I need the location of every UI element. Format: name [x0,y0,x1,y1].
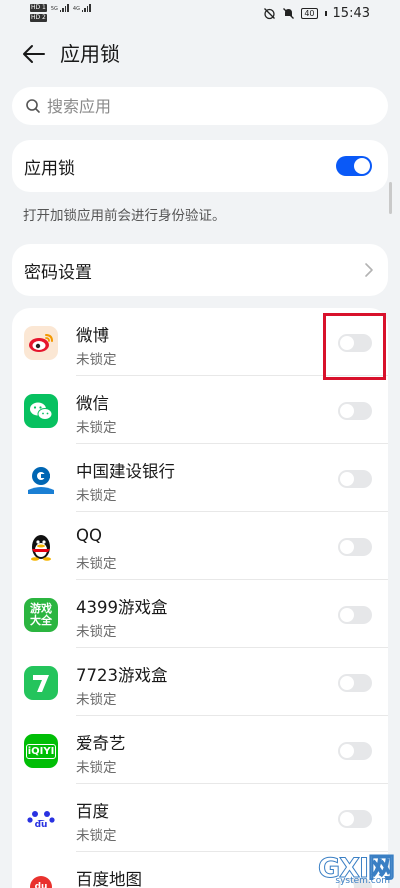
app-lock-description: 打开加锁应用前会进行身份验证。 [23,208,226,224]
qq-icon [24,530,58,564]
app-name: 百度地图 [76,870,142,888]
app-status: 未锁定 [76,624,117,640]
search-input[interactable] [47,96,347,116]
4399-icon-text: 游戏大全 [30,602,52,627]
back-arrow-icon[interactable] [20,40,48,68]
signal-icon-2: 4G [73,4,91,12]
7723-lock-toggle[interactable] [338,674,372,692]
status-right: 40 15:43 [263,6,370,21]
clock: 15:43 [332,6,370,21]
list-item: iQIYI 爱奇艺 未锁定 [12,716,388,784]
app-name: 7723游戏盒 [76,666,168,685]
iqiyi-icon: iQIYI [24,734,58,768]
weibo-icon [24,326,58,360]
app-status: 未锁定 [76,352,117,368]
battery-icon: 40 [301,8,318,19]
ccb-lock-toggle[interactable] [338,470,372,488]
app-lock-toggle[interactable] [336,156,372,176]
alarm-off-icon [264,8,276,20]
app-lock-label: 应用锁 [24,159,75,179]
app-status: 未锁定 [76,420,117,436]
wechat-icon [24,394,58,428]
app-name: 百度 [76,802,109,821]
hd-indicators: HD 1 HD 2 [30,4,47,22]
battery-level: 40 [304,9,315,18]
search-icon [26,99,40,113]
iqiyi-icon-text: iQIYI [25,743,57,759]
hd1-badge: HD 1 [30,4,47,12]
list-item: 中国建设银行 未锁定 [12,444,388,512]
wechat-lock-toggle[interactable] [338,402,372,420]
app-status: 未锁定 [76,760,117,776]
app-status: 未锁定 [76,692,117,708]
app-status: 未锁定 [76,488,117,504]
list-item: 7723游戏盒 未锁定 [12,648,388,716]
app-status: 未锁定 [76,556,117,572]
page-title: 应用锁 [60,42,120,66]
status-left: HD 1 HD 2 5G 4G [30,4,91,22]
signal-icon: 5G [51,4,69,12]
list-item: du 百度 未锁定 [12,784,388,852]
list-item: 游戏大全 4399游戏盒 未锁定 [12,580,388,648]
highlight-box [323,313,386,380]
mute-icon [283,8,295,19]
baidu-icon: du [24,802,58,836]
app-name: QQ [76,526,102,545]
baidu-map-icon: du [24,870,58,888]
app-name: 4399游戏盒 [76,598,168,617]
search-bar[interactable] [12,87,388,125]
list-item: 微信 未锁定 [12,376,388,444]
baidu-lock-toggle[interactable] [338,810,372,828]
app-name: 中国建设银行 [76,462,175,481]
iqiyi-lock-toggle[interactable] [338,742,372,760]
4399-icon: 游戏大全 [24,598,58,632]
app-list: 微博 未锁定 微信 未锁定 中国建设银行 未锁定 QQ 未锁定 游戏大全 439… [12,308,388,888]
title-bar: 应用锁 [0,28,400,80]
app-name: 爱奇艺 [76,734,126,753]
7723-icon [24,666,58,700]
status-bar: HD 1 HD 2 5G 4G 40 15:43 [0,0,400,28]
battery-tip [324,11,327,16]
scrollbar[interactable] [389,182,392,214]
baidu-icon-text: du [32,819,50,830]
watermark-logo: GXI网 system.com [302,846,395,887]
password-settings-label: 密码设置 [24,263,92,283]
chevron-right-icon [365,263,373,277]
ccb-icon [24,462,58,496]
password-settings-row[interactable]: 密码设置 [12,244,388,296]
qq-lock-toggle[interactable] [338,538,372,556]
list-item: QQ 未锁定 [12,512,388,580]
net2-label: 4G [72,6,80,12]
baidu-map-icon-text: du [30,876,52,888]
watermark-sub: system.com [335,876,390,886]
app-status: 未锁定 [76,828,117,844]
4399-lock-toggle[interactable] [338,606,372,624]
app-lock-card: 应用锁 [12,140,388,192]
net1-label: 5G [50,6,58,12]
app-name: 微信 [76,394,109,413]
hd2-badge: HD 2 [30,14,47,22]
app-name: 微博 [76,326,109,345]
